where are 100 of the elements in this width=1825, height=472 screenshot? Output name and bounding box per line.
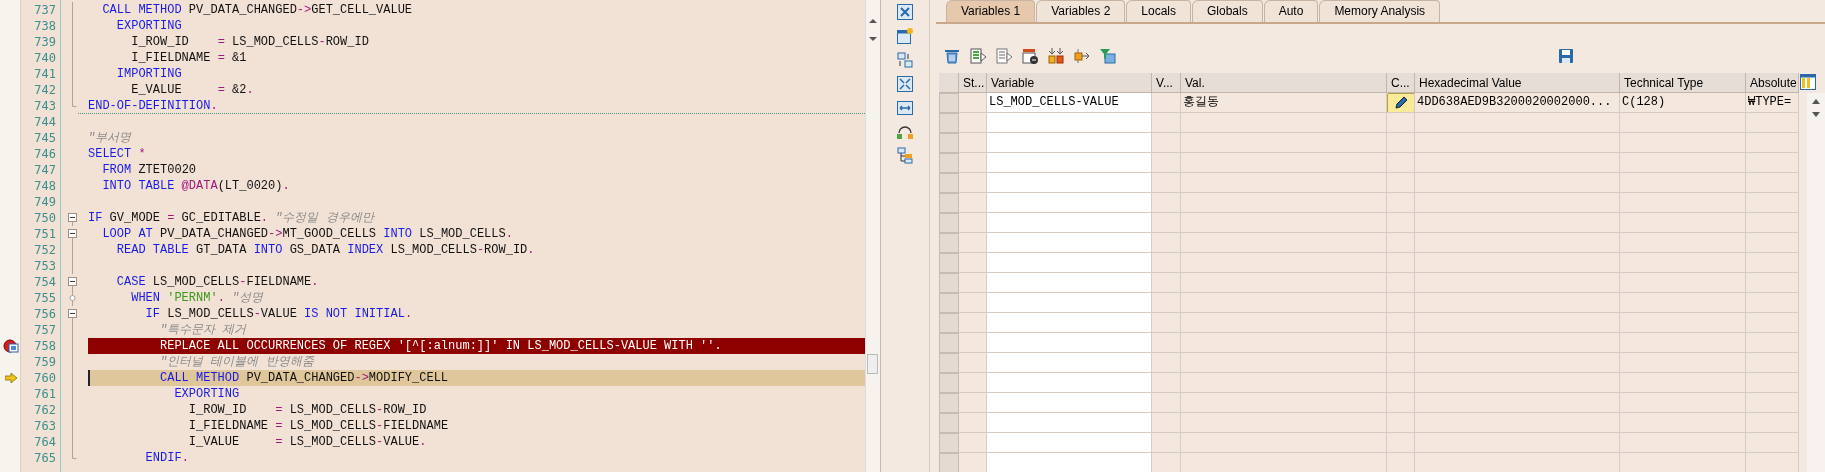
table-cell <box>1387 273 1415 293</box>
value-cell: 홍길동 <box>1181 93 1387 113</box>
line-number: 757 <box>33 322 57 338</box>
scroll-down-icon[interactable] <box>1811 111 1821 119</box>
table-cell <box>1387 213 1415 233</box>
code-line: E_VALUE = &2. <box>130 82 255 98</box>
connect-icon[interactable] <box>896 123 914 141</box>
table-cell <box>1387 153 1415 173</box>
resize-width-icon[interactable] <box>896 99 914 117</box>
table-cell <box>959 93 987 113</box>
column-header[interactable]: Hexadecimal Value <box>1415 73 1620 93</box>
table-cell <box>959 393 987 413</box>
scroll-up-icon[interactable] <box>868 16 878 26</box>
table-cell <box>1152 393 1181 413</box>
swap-icon[interactable] <box>896 51 914 69</box>
table-cell <box>1387 173 1415 193</box>
table-cell <box>1746 193 1799 213</box>
table-cell <box>1746 353 1799 373</box>
line-number: 741 <box>33 66 57 82</box>
table-cell <box>959 433 987 453</box>
column-header[interactable]: St... <box>959 73 987 93</box>
line-number: 751 <box>33 226 57 242</box>
scrollbar[interactable] <box>865 0 880 472</box>
delete-row-icon[interactable] <box>1021 47 1039 65</box>
table-cell <box>959 253 987 273</box>
edit-button[interactable] <box>1387 93 1414 112</box>
tab[interactable]: Memory Analysis <box>1319 0 1441 22</box>
line-number: 742 <box>33 82 57 98</box>
column-header[interactable]: Absolute <box>1746 73 1799 93</box>
insert-row-icon[interactable] <box>969 47 987 65</box>
line-number: 762 <box>33 402 57 418</box>
line-number: 759 <box>33 354 57 370</box>
table-cell <box>959 233 987 253</box>
collapse-icon[interactable] <box>66 274 78 290</box>
table-cell <box>1746 333 1799 353</box>
filter-icon[interactable] <box>1099 47 1117 65</box>
column-layout-icon[interactable] <box>1799 73 1817 91</box>
fullscreen-icon[interactable] <box>896 75 914 93</box>
save-icon[interactable] <box>1557 47 1575 65</box>
column-header[interactable]: Val. <box>1181 73 1387 93</box>
table-cell <box>1152 213 1181 233</box>
line-number: 761 <box>33 386 57 402</box>
line-number: 745 <box>33 130 57 146</box>
scrollbar[interactable] <box>1807 93 1825 472</box>
table-cell <box>1746 313 1799 333</box>
collapse-icon[interactable] <box>66 306 78 322</box>
code-line: I_VALUE = LS_MOD_CELLS-VALUE. <box>187 434 428 450</box>
table-cell <box>1746 293 1799 313</box>
table-cell <box>1152 433 1181 453</box>
scroll-down-icon[interactable] <box>868 34 878 44</box>
line-number: 747 <box>33 162 57 178</box>
code-line: "인터널 테이블에 반영해줌 <box>159 354 316 370</box>
code-line: LOOP AT PV_DATA_CHANGED->MT_GOOD_CELLS INTO LS_MOD_CELLS. <box>101 226 514 242</box>
tab[interactable]: Variables 2 <box>1036 0 1126 22</box>
column-header[interactable]: Technical Type <box>1620 73 1746 93</box>
tab[interactable]: Variables 1 <box>946 0 1036 22</box>
code-line: FROM ZTET0020 <box>101 162 198 178</box>
table-cell <box>1746 213 1799 233</box>
code-line: EXPORTING <box>115 18 183 34</box>
breakpoint-icon[interactable] <box>2 339 19 353</box>
table-cell <box>1746 113 1799 133</box>
table-cell <box>1152 133 1181 153</box>
table-cell <box>1387 333 1415 353</box>
close-icon[interactable] <box>896 3 914 21</box>
line-number: 763 <box>33 418 57 434</box>
hierarchy-icon[interactable] <box>896 147 914 165</box>
scroll-up-icon[interactable] <box>1811 97 1821 105</box>
export-icon[interactable] <box>1073 47 1091 65</box>
code-line: IF GV_MODE = GC_EDITABLE. "수정일 경우에만 <box>88 210 376 226</box>
scroll-thumb[interactable] <box>867 354 878 374</box>
collapse-icon[interactable] <box>66 210 78 226</box>
arrow-icon <box>4 373 17 383</box>
column-header[interactable]: Variable <box>987 73 1152 93</box>
line-number: 753 <box>33 258 57 274</box>
tab[interactable]: Globals <box>1192 0 1263 22</box>
tab[interactable]: Auto <box>1263 0 1319 22</box>
column-header[interactable]: V... <box>1152 73 1181 93</box>
table-cell <box>959 113 987 133</box>
merge-icon[interactable] <box>1047 47 1065 65</box>
column-header[interactable]: C... <box>1387 73 1415 93</box>
table-cell <box>959 353 987 373</box>
append-row-icon[interactable] <box>995 47 1013 65</box>
fold-end-line <box>72 450 77 459</box>
table-cell <box>959 193 987 213</box>
table-cell <box>1746 133 1799 153</box>
table-cell <box>1387 413 1415 433</box>
table-cell <box>1387 233 1415 253</box>
table-cell <box>959 293 987 313</box>
line-number: 746 <box>33 146 57 162</box>
table-cell <box>1152 193 1181 213</box>
new-window-icon[interactable] <box>896 27 914 45</box>
trash-icon[interactable] <box>943 47 961 65</box>
code-line: CASE LS_MOD_CELLS-FIELDNAME. <box>115 274 320 290</box>
code-line: EXPORTING <box>173 386 241 402</box>
code-line: WHEN 'PERNM'. "성명 <box>130 290 265 306</box>
tab[interactable]: Locals <box>1126 0 1191 22</box>
table-cell <box>1152 173 1181 193</box>
code-line: I_ROW_ID = LS_MOD_CELLS-ROW_ID <box>187 402 428 418</box>
table-cell <box>1387 133 1415 153</box>
collapse-icon[interactable] <box>66 226 78 242</box>
